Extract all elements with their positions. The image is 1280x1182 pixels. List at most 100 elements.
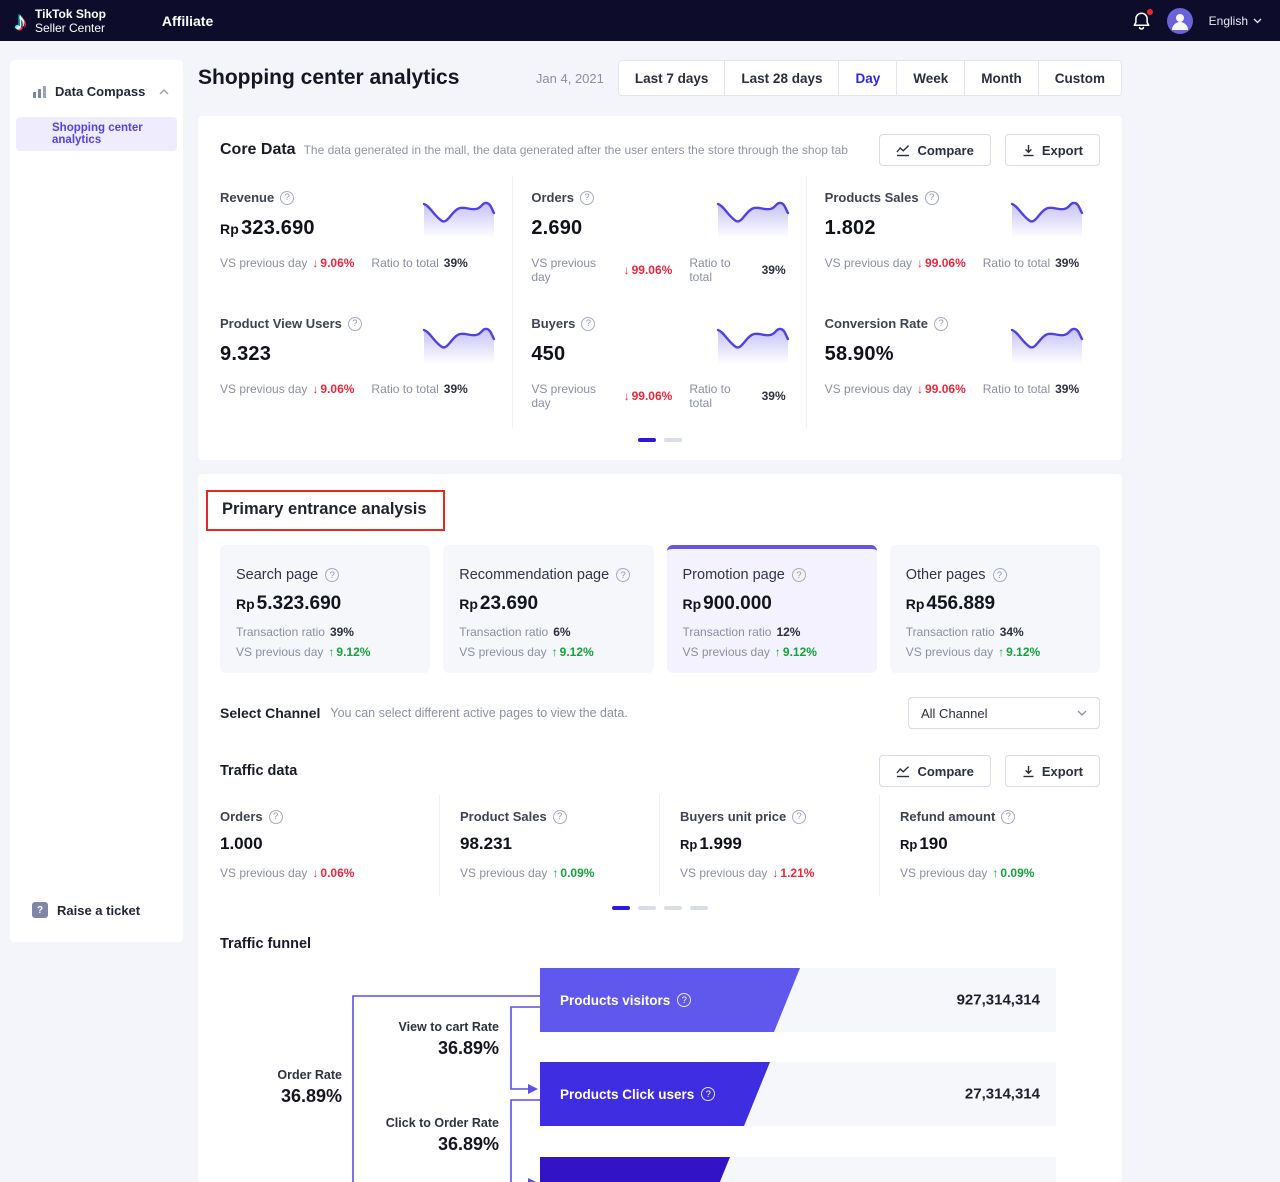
range-tab-week[interactable]: Week [896, 60, 965, 96]
language-label: English [1209, 14, 1248, 28]
funnel-bar: Products visitors [540, 968, 800, 1032]
help-icon[interactable] [581, 317, 595, 331]
sidebar-group-label: Data Compass [55, 84, 145, 99]
help-icon[interactable] [553, 810, 567, 824]
pagination-dot[interactable] [664, 438, 682, 442]
pagination-dot[interactable] [638, 438, 656, 442]
channel-dropdown-value: All Channel [921, 706, 988, 721]
traffic-metric-product-sales: Product Sales 98.231 VS previous day0.09… [440, 795, 660, 896]
trend-down: 1.21% [772, 866, 814, 880]
help-icon[interactable] [934, 317, 948, 331]
trend-up: 9.12% [998, 645, 1040, 659]
sidebar-group-data-compass[interactable]: Data Compass [10, 60, 183, 109]
compare-chart-icon [896, 765, 910, 778]
primary-entrance-card: Primary entrance analysis Search page Rp… [198, 474, 1122, 1182]
core-data-card: Core Data The data generated in the mall… [198, 116, 1122, 460]
download-icon [1022, 144, 1035, 157]
help-icon[interactable] [280, 191, 294, 205]
annotation-red-box: Primary entrance analysis [206, 490, 445, 531]
traffic-data-title: Traffic data [220, 763, 297, 779]
logo-line1: TikTok Shop [35, 7, 106, 21]
sparkline-chart [422, 318, 496, 366]
help-icon[interactable] [1001, 810, 1015, 824]
notification-badge [1147, 9, 1153, 15]
sparkline-chart [716, 318, 790, 366]
sparkline-chart [1010, 192, 1084, 240]
help-icon[interactable] [677, 993, 691, 1007]
entrance-card-search-page[interactable]: Search page Rp5.323.690 Transaction rati… [220, 545, 430, 673]
metric-card-buyers: Buyers 450 VS previous day 99.06% Ratio … [513, 302, 806, 428]
primary-entrance-title: Primary entrance analysis [222, 500, 427, 518]
help-icon[interactable] [993, 568, 1007, 582]
metric-card-products-sales: Products Sales 1.802 VS previous day 99.… [807, 176, 1100, 302]
compare-chart-icon [896, 144, 910, 157]
metric-card-product-view-users: Product View Users 9.323 VS previous day… [220, 302, 513, 428]
raise-ticket-button[interactable]: ? Raise a ticket [32, 902, 140, 918]
trend-down: 9.06% [312, 256, 354, 270]
date-label: Jan 4, 2021 [536, 71, 604, 86]
click-to-order-rate-label: Click to Order Rate 36.89% [339, 1116, 499, 1155]
range-tab-month[interactable]: Month [964, 60, 1038, 96]
chevron-down-icon [1253, 18, 1262, 24]
range-tab-day[interactable]: Day [838, 60, 897, 96]
help-icon[interactable] [701, 1087, 715, 1101]
logo-line2: Seller Center [35, 21, 105, 35]
notifications-button[interactable] [1132, 11, 1151, 31]
page-title: Shopping center analytics [198, 66, 459, 90]
main-content: Shopping center analytics Jan 4, 2021 La… [198, 60, 1122, 1182]
range-tab-custom[interactable]: Custom [1038, 60, 1122, 96]
pagination-dot[interactable] [612, 906, 630, 910]
question-square-icon: ? [32, 902, 48, 918]
metric-card-conversion-rate: Conversion Rate 58.90% VS previous day 9… [807, 302, 1100, 428]
channel-dropdown[interactable]: All Channel [908, 697, 1100, 729]
entrance-card-recommendation-page[interactable]: Recommendation page Rp23.690 Transaction… [443, 545, 653, 673]
entrance-card-other-pages[interactable]: Other pages Rp456.889 Transaction ratio3… [890, 545, 1100, 673]
help-icon[interactable] [325, 568, 339, 582]
select-channel-label: Select Channel [220, 705, 320, 721]
nav-item-affiliate[interactable]: Affiliate [162, 13, 213, 29]
avatar[interactable] [1167, 8, 1193, 34]
select-channel-description: You can select different active pages to… [330, 706, 627, 720]
range-tab-last-7-days[interactable]: Last 7 days [618, 60, 726, 96]
traffic-metric-orders: Orders 1.000 VS previous day0.06% [220, 795, 440, 896]
funnel-bar: Buyers [540, 1157, 730, 1182]
compare-button[interactable]: Compare [879, 134, 990, 166]
traffic-metric-buyers-unit-price: Buyers unit price Rp1.999 VS previous da… [660, 795, 880, 896]
bar-chart-icon [32, 85, 47, 99]
pagination-dot[interactable] [638, 906, 656, 910]
pagination-dot[interactable] [664, 906, 682, 910]
top-navbar: ♪ TikTok Shop Seller Center Affiliate En… [0, 0, 1280, 41]
traffic-funnel-chart: Order Rate 36.89% View to cart Rate 36.8… [220, 968, 1056, 1182]
funnel-stage-products-visitors: Products visitors 927,314,314 [540, 968, 1056, 1032]
chevron-up-icon [159, 89, 169, 95]
range-tab-last-28-days[interactable]: Last 28 days [724, 60, 839, 96]
help-icon[interactable] [792, 568, 806, 582]
funnel-value: 927,314,314 [957, 992, 1040, 1009]
trend-up: 0.09% [552, 866, 594, 880]
funnel-bar: Products Click users [540, 1062, 770, 1126]
date-range-tabs: Last 7 days Last 28 days Day Week Month … [618, 60, 1122, 96]
core-data-pagination [220, 438, 1100, 442]
entrance-card-promotion-page[interactable]: Promotion page Rp900.000 Transaction rat… [667, 545, 877, 673]
help-icon[interactable] [792, 810, 806, 824]
traffic-data-header: Traffic data Compare Export [220, 755, 1100, 787]
language-selector[interactable]: English [1209, 14, 1262, 28]
download-icon [1022, 765, 1035, 778]
trend-down: 99.06% [624, 263, 673, 277]
export-button[interactable]: Export [1005, 755, 1100, 787]
traffic-funnel-title: Traffic funnel [220, 936, 1100, 952]
traffic-metric-refund-amount: Refund amount Rp190 VS previous day0.09% [880, 795, 1100, 896]
help-icon[interactable] [580, 191, 594, 205]
export-button[interactable]: Export [1005, 134, 1100, 166]
trend-down: 99.06% [917, 382, 966, 396]
help-icon[interactable] [616, 568, 630, 582]
help-icon[interactable] [925, 191, 939, 205]
help-icon[interactable] [269, 810, 283, 824]
tiktok-shop-logo[interactable]: ♪ TikTok Shop Seller Center [14, 7, 106, 35]
help-icon[interactable] [348, 317, 362, 331]
compare-button[interactable]: Compare [879, 755, 990, 787]
metric-card-orders: Orders 2.690 VS previous day 99.06% Rati… [513, 176, 806, 302]
sidebar-item-shopping-center-analytics[interactable]: Shopping center analytics [16, 117, 177, 151]
pagination-dot[interactable] [690, 906, 708, 910]
trend-up: 9.12% [552, 645, 594, 659]
